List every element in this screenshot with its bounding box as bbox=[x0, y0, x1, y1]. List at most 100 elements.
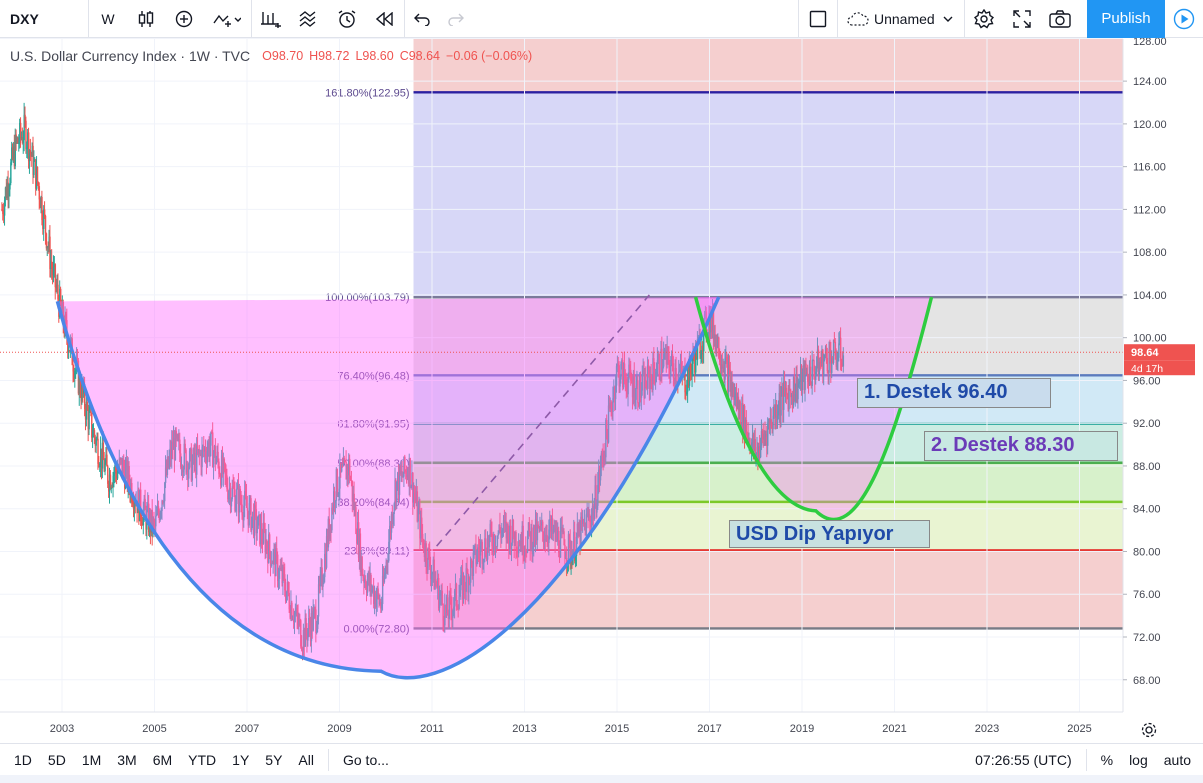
templates-icon bbox=[261, 11, 281, 28]
legend-change: −0.06 (−0.06%) bbox=[446, 49, 533, 63]
time-axis-bg bbox=[0, 712, 1203, 743]
price-tick: 80.00 bbox=[1133, 546, 1161, 558]
bottom-strip bbox=[0, 775, 1203, 783]
range-button-all[interactable]: All bbox=[290, 752, 322, 768]
alarm-clock-icon bbox=[338, 9, 356, 28]
templates-button[interactable] bbox=[252, 0, 290, 38]
price-tick: 84.00 bbox=[1133, 504, 1161, 516]
time-tick: 2017 bbox=[697, 723, 721, 735]
undo-icon bbox=[414, 13, 430, 26]
publish-button[interactable]: Publish bbox=[1087, 0, 1165, 38]
auto-scale-button[interactable]: auto bbox=[1156, 752, 1203, 768]
price-axis: 128.00 124.00 120.00 116.00 112.00 108.00 104.… bbox=[1122, 38, 1203, 712]
time-axis: 2003 2005 2007 2009 2011 2013 2015 2017 2019 2021… bbox=[0, 711, 1203, 743]
price-tick: 100.00 bbox=[1133, 333, 1167, 345]
range-button-3m[interactable]: 3M bbox=[109, 752, 144, 768]
last-price-value: 98.64 bbox=[1131, 347, 1159, 359]
price-tick: 72.00 bbox=[1133, 632, 1161, 644]
usd-dip-label[interactable]: USD Dip Yapıyor bbox=[729, 520, 930, 548]
legend-high: H98.72 bbox=[309, 49, 350, 63]
price-tick: 120.00 bbox=[1133, 119, 1167, 131]
candles-style-button[interactable] bbox=[127, 0, 165, 38]
candle-body bbox=[44, 215, 47, 234]
price-tick: 68.00 bbox=[1133, 675, 1161, 687]
bottom-toolbar: 1D 5D 1M 3M 6M YTD 1Y 5Y All Go to... 07:26:55 (… bbox=[0, 743, 1203, 775]
strategy-icon bbox=[299, 10, 316, 27]
snapshot-button[interactable] bbox=[1041, 0, 1079, 38]
utc-time[interactable]: 07:26:55 (UTC) bbox=[967, 752, 1079, 768]
price-tick: 128.00 bbox=[1133, 38, 1167, 48]
legend-close: C98.64 bbox=[399, 49, 441, 63]
bar-countdown: 4d 17h bbox=[1131, 363, 1163, 375]
candle-body bbox=[88, 411, 90, 430]
time-tick: 2003 bbox=[50, 723, 74, 735]
percent-scale-button[interactable]: % bbox=[1093, 752, 1121, 768]
indicators-icon bbox=[213, 14, 241, 27]
candle-body bbox=[106, 454, 108, 467]
undo-button[interactable] bbox=[405, 0, 439, 38]
indicators-button[interactable] bbox=[203, 0, 251, 38]
price-tick: 112.00 bbox=[1133, 204, 1166, 216]
legend-open: O98.70 bbox=[262, 49, 304, 63]
candle-body bbox=[33, 161, 35, 175]
time-tick: 2021 bbox=[882, 723, 906, 735]
range-button-1y[interactable]: 1Y bbox=[224, 752, 257, 768]
play-button[interactable] bbox=[1165, 0, 1203, 38]
top-toolbar: DXY W Unnamed Publish bbox=[0, 0, 1203, 38]
goto-button[interactable]: Go to... bbox=[335, 752, 397, 768]
plus-circle-icon bbox=[175, 10, 193, 27]
support-2-label[interactable]: 2. Destek 88.30 bbox=[924, 431, 1118, 461]
camera-icon bbox=[1049, 9, 1071, 28]
range-button-1m[interactable]: 1M bbox=[74, 752, 109, 768]
time-tick: 2023 bbox=[975, 723, 999, 735]
price-tick: 76.00 bbox=[1133, 589, 1161, 601]
fib-zone-6 bbox=[413, 92, 1123, 298]
price-tick: 124.00 bbox=[1133, 76, 1167, 88]
strategy-button[interactable] bbox=[290, 0, 328, 38]
fib-label-7: 161.80%(122.95) bbox=[325, 87, 409, 99]
range-button-ytd[interactable]: YTD bbox=[180, 752, 224, 768]
candle-body bbox=[10, 162, 12, 184]
candles-icon bbox=[138, 10, 154, 27]
range-button-5y[interactable]: 5Y bbox=[257, 752, 290, 768]
square-icon bbox=[809, 10, 827, 27]
replay-button[interactable] bbox=[366, 0, 404, 38]
symbol-search-button[interactable]: DXY bbox=[0, 0, 88, 38]
compare-button[interactable] bbox=[165, 0, 203, 38]
time-tick: 2009 bbox=[327, 723, 351, 735]
alert-button[interactable] bbox=[328, 0, 366, 38]
rewind-icon bbox=[376, 11, 393, 26]
range-button-5d[interactable]: 5D bbox=[40, 752, 74, 768]
price-tick: 88.00 bbox=[1133, 461, 1161, 473]
expand-icon bbox=[1013, 9, 1031, 28]
price-tick: 92.00 bbox=[1133, 418, 1161, 430]
time-tick: 2025 bbox=[1067, 723, 1091, 735]
settings-button[interactable] bbox=[965, 0, 1003, 38]
fullscreen-button[interactable] bbox=[1003, 0, 1041, 38]
redo-button[interactable] bbox=[439, 0, 473, 38]
layout-name: Unnamed bbox=[874, 10, 935, 27]
time-tick: 2005 bbox=[142, 723, 166, 735]
range-button-1d[interactable]: 1D bbox=[6, 752, 40, 768]
price-tick: 96.00 bbox=[1133, 375, 1161, 387]
redo-icon bbox=[448, 13, 464, 26]
price-tick: 116.00 bbox=[1133, 162, 1166, 174]
support-1-label[interactable]: 1. Destek 96.40 bbox=[857, 378, 1051, 408]
fullscreen-toggle-button[interactable] bbox=[799, 0, 837, 38]
price-tick: 108.00 bbox=[1133, 247, 1167, 259]
play-circle-icon bbox=[1173, 8, 1195, 29]
candle-body bbox=[36, 166, 39, 183]
chevron-down-icon bbox=[943, 16, 953, 22]
time-tick: 2011 bbox=[420, 723, 444, 735]
interval-button[interactable]: W bbox=[89, 0, 127, 38]
legend-title[interactable]: U.S. Dollar Currency Index · 1W · TVC bbox=[10, 48, 250, 64]
time-tick: 2019 bbox=[790, 723, 814, 735]
range-button-6m[interactable]: 6M bbox=[145, 752, 180, 768]
log-scale-button[interactable]: log bbox=[1121, 752, 1156, 768]
bottom-divider bbox=[327, 748, 329, 771]
chart-legend: U.S. Dollar Currency Index · 1W · TVC O9… bbox=[0, 46, 532, 66]
layout-name-button[interactable]: Unnamed bbox=[838, 0, 964, 38]
gear-icon bbox=[974, 8, 994, 28]
legend-low: L98.60 bbox=[355, 49, 394, 63]
cloud-icon bbox=[847, 11, 869, 26]
